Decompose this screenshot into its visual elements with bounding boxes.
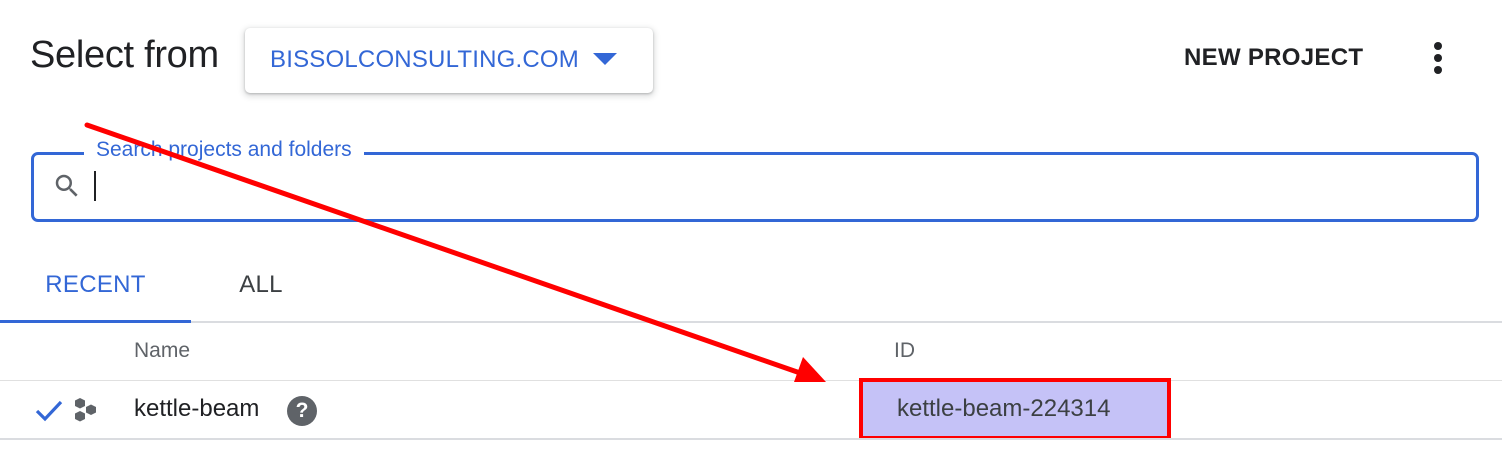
organization-label: BISSOLCONSULTING.COM [270,46,579,73]
column-header-id[interactable]: ID [894,339,915,363]
more-vert-icon[interactable] [1416,36,1460,80]
project-id: kettle-beam-224314 [897,395,1111,422]
menu-dot [1434,42,1442,50]
active-tab-indicator [0,320,191,323]
help-icon[interactable]: ? [287,396,317,426]
new-project-button[interactable]: NEW PROJECT [1170,38,1377,78]
project-id-highlight: kettle-beam-224314 [859,378,1171,440]
text-cursor [94,171,96,201]
caret-down-icon [593,53,617,65]
tab-recent[interactable]: RECENT [0,255,191,319]
search-icon [55,174,78,197]
menu-dot [1434,54,1442,62]
tab-bar: RECENT ALL [0,255,1502,323]
search-input[interactable] [94,165,1454,209]
column-header-name[interactable]: Name [134,339,190,363]
tab-all[interactable]: ALL [191,255,331,319]
project-picker-dialog: Select from BISSOLCONSULTING.COM NEW PRO… [0,0,1502,456]
search-field[interactable]: Search projects and folders [31,138,1479,222]
dialog-title: Select from [30,34,219,76]
menu-dot [1434,66,1442,74]
check-icon [35,400,63,422]
search-field-label: Search projects and folders [84,138,364,162]
project-name[interactable]: kettle-beam [134,395,259,423]
row-divider [0,438,1502,440]
header-divider [0,380,1502,381]
project-hexagons-icon [75,398,96,422]
organization-selector[interactable]: BISSOLCONSULTING.COM [245,28,653,93]
